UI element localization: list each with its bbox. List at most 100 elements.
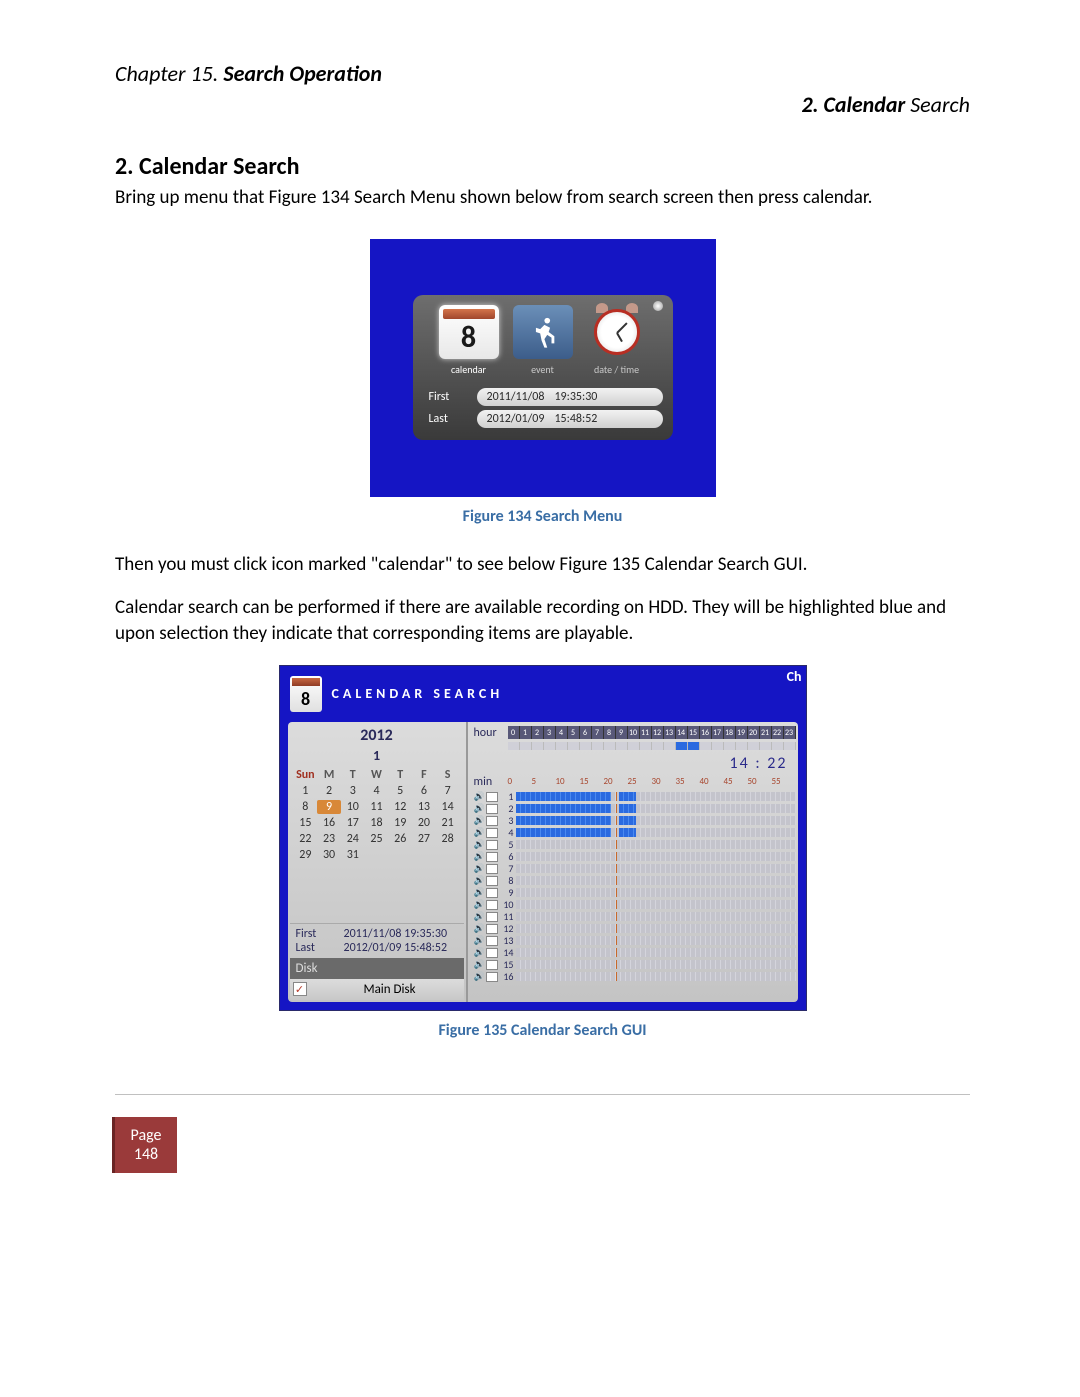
hour-cell[interactable]: 2 [532,726,544,739]
hour-cell[interactable]: 19 [736,726,748,739]
hour-cell[interactable]: 9 [616,726,628,739]
channel-timeline[interactable] [516,828,796,837]
hour-cell[interactable]: 14 [676,726,688,739]
speaker-icon[interactable]: 🔊 [474,863,484,874]
hour-cell[interactable]: 6 [580,726,592,739]
calendar-day[interactable]: 4 [365,784,389,798]
speaker-icon[interactable]: 🔊 [474,851,484,862]
hour-cell[interactable]: 12 [652,726,664,739]
calendar-day[interactable]: 3 [341,784,365,798]
calendar-day[interactable]: 22 [294,832,318,846]
speaker-icon[interactable]: 🔊 [474,875,484,886]
hour-cell[interactable]: 16 [700,726,712,739]
calendar-day[interactable]: 15 [294,816,318,830]
speaker-icon[interactable]: 🔊 [474,971,484,982]
speaker-icon[interactable]: 🔊 [474,923,484,934]
calendar-day[interactable]: 8 [294,800,318,814]
year-label[interactable]: 2012 [290,726,464,745]
hour-cell[interactable]: 1 [520,726,532,739]
hour-cell[interactable]: 0 [508,726,520,739]
calendar-day[interactable]: 18 [365,816,389,830]
hour-cell[interactable]: 10 [628,726,640,739]
hour-cell[interactable]: 21 [760,726,772,739]
speaker-icon[interactable]: 🔊 [474,911,484,922]
calendar-day[interactable]: 29 [294,848,318,862]
hour-cell[interactable]: 8 [604,726,616,739]
calendar-day[interactable]: 10 [341,800,365,814]
calendar-day[interactable]: 24 [341,832,365,846]
disk-row[interactable]: ✓ Main Disk [290,979,464,1000]
channel-checkbox[interactable] [486,900,498,910]
channel-timeline[interactable] [516,948,796,957]
channel-timeline[interactable] [516,960,796,969]
calendar-day[interactable]: 5 [388,784,412,798]
calendar-day[interactable]: 19 [388,816,412,830]
calendar-day[interactable]: 26 [388,832,412,846]
hour-scale[interactable]: 01234567891011121314151617181920212223 [508,726,796,739]
channel-checkbox[interactable] [486,852,498,862]
hour-cell[interactable]: 15 [688,726,700,739]
channel-checkbox[interactable] [486,924,498,934]
calendar-day[interactable]: 25 [365,832,389,846]
calendar-day[interactable]: 6 [412,784,436,798]
speaker-icon[interactable]: 🔊 [474,899,484,910]
menu-item-event[interactable]: event [513,305,573,376]
calendar-day[interactable]: 31 [341,848,365,862]
channel-checkbox[interactable] [486,804,498,814]
hour-cell[interactable]: 22 [772,726,784,739]
channel-timeline[interactable] [516,972,796,981]
calendar-day[interactable]: 21 [436,816,460,830]
calendar-day[interactable]: 16 [317,816,341,830]
hour-cell[interactable]: 17 [712,726,724,739]
channel-checkbox[interactable] [486,888,498,898]
channel-timeline[interactable] [516,852,796,861]
calendar-day[interactable]: 9 [317,800,341,814]
calendar-day[interactable]: 28 [436,832,460,846]
channel-checkbox[interactable] [486,864,498,874]
channel-checkbox[interactable] [486,936,498,946]
calendar-day[interactable]: 12 [388,800,412,814]
channel-timeline[interactable] [516,888,796,897]
speaker-icon[interactable]: 🔊 [474,815,484,826]
channel-timeline[interactable] [516,936,796,945]
channel-timeline[interactable] [516,840,796,849]
calendar-day[interactable]: 20 [412,816,436,830]
hour-cell[interactable]: 13 [664,726,676,739]
calendar-day[interactable]: 13 [412,800,436,814]
calendar-day[interactable]: 27 [412,832,436,846]
channel-timeline[interactable] [516,804,796,813]
hour-cell[interactable]: 4 [556,726,568,739]
channel-timeline[interactable] [516,864,796,873]
hour-cell[interactable]: 23 [784,726,796,739]
calendar-day[interactable]: 14 [436,800,460,814]
channel-timeline[interactable] [516,924,796,933]
speaker-icon[interactable]: 🔊 [474,803,484,814]
channel-checkbox[interactable] [486,960,498,970]
calendar-day[interactable]: 7 [436,784,460,798]
channel-checkbox[interactable] [486,816,498,826]
speaker-icon[interactable]: 🔊 [474,839,484,850]
channel-checkbox[interactable] [486,948,498,958]
hour-cell[interactable]: 7 [592,726,604,739]
speaker-icon[interactable]: 🔊 [474,791,484,802]
menu-item-datetime[interactable]: date / time [587,305,647,376]
calendar-day[interactable]: 30 [317,848,341,862]
hour-cell[interactable]: 20 [748,726,760,739]
calendar-day[interactable]: 2 [317,784,341,798]
channel-checkbox[interactable] [486,792,498,802]
calendar-day[interactable]: 1 [294,784,318,798]
channel-timeline[interactable] [516,900,796,909]
channel-checkbox[interactable] [486,876,498,886]
menu-item-calendar[interactable]: 8 calendar [439,305,499,376]
calendar-day[interactable]: 11 [365,800,389,814]
calendar-day[interactable]: 23 [317,832,341,846]
channel-timeline[interactable] [516,912,796,921]
channel-checkbox[interactable] [486,828,498,838]
hour-cell[interactable]: 3 [544,726,556,739]
channel-timeline[interactable] [516,816,796,825]
channel-timeline[interactable] [516,876,796,885]
disk-checkbox[interactable]: ✓ [293,982,307,996]
hour-cell[interactable]: 5 [568,726,580,739]
hour-cell[interactable]: 18 [724,726,736,739]
speaker-icon[interactable]: 🔊 [474,935,484,946]
